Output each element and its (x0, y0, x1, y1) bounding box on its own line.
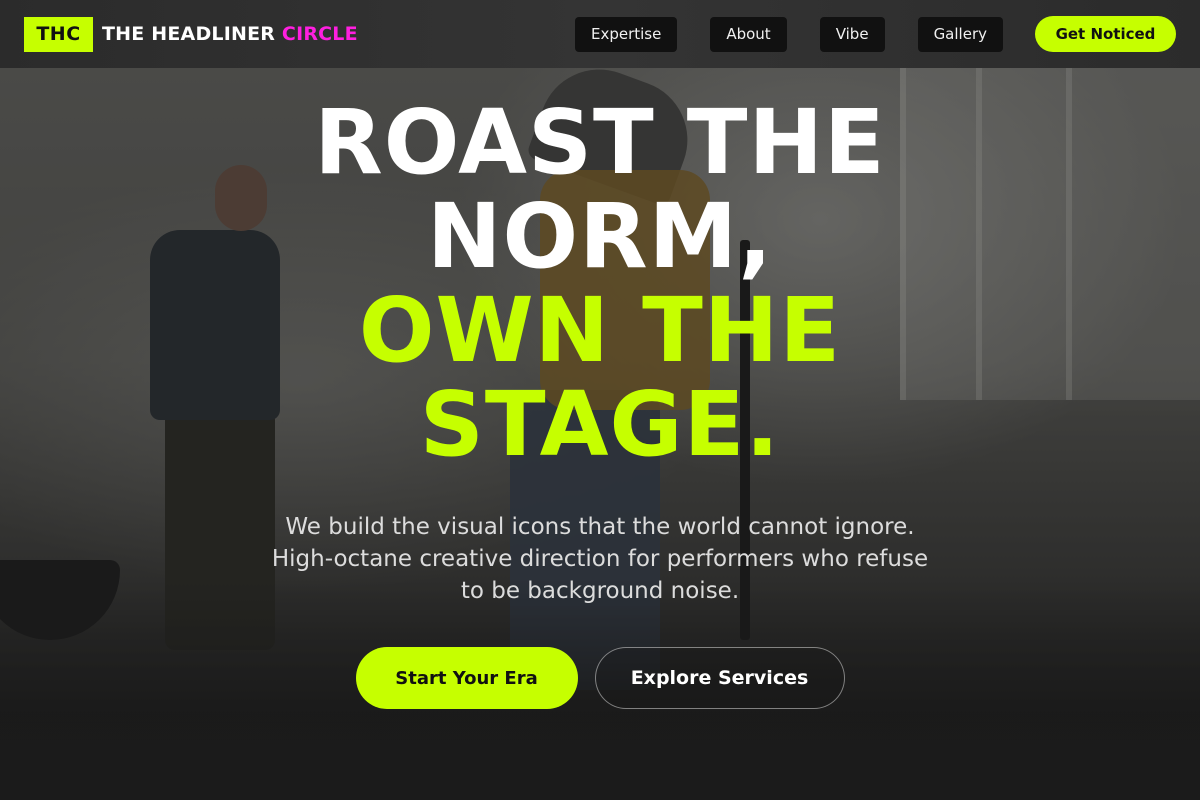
main-nav: Expertise About Vibe Gallery Get Noticed (574, 16, 1176, 52)
nav-item-gallery[interactable]: Gallery (917, 16, 1003, 52)
get-noticed-button[interactable]: Get Noticed (1035, 16, 1176, 52)
brand-name: THE HEADLINER CIRCLE (102, 23, 358, 45)
headline-line-3: OWN THE (358, 278, 842, 382)
brand-badge: THC (24, 16, 93, 52)
hero-subtext: We build the visual icons that the world… (271, 514, 929, 604)
explore-services-button[interactable]: Explore Services (594, 647, 845, 709)
start-your-era-button[interactable]: Start Your Era (355, 647, 578, 709)
brand-name-main: THE HEADLINER (102, 23, 282, 45)
nav-item-expertise[interactable]: Expertise (574, 16, 678, 52)
site-header: THC THE HEADLINER CIRCLE Expertise About… (0, 0, 1200, 68)
hero-cta-row: Start Your Era Explore Services (0, 647, 1200, 709)
headline-line-2: NORM, (426, 184, 774, 288)
brand-logo[interactable]: THC THE HEADLINER CIRCLE (24, 16, 358, 52)
hero-section: ROAST THE NORM, OWN THE STAGE. We build … (0, 95, 1200, 709)
headline-line-4: STAGE. (419, 372, 781, 476)
brand-name-accent: CIRCLE (281, 23, 358, 45)
hero-headline: ROAST THE NORM, OWN THE STAGE. (0, 95, 1200, 471)
nav-item-vibe[interactable]: Vibe (819, 16, 885, 52)
nav-item-about[interactable]: About (710, 16, 787, 52)
headline-line-1: ROAST THE (314, 90, 886, 194)
